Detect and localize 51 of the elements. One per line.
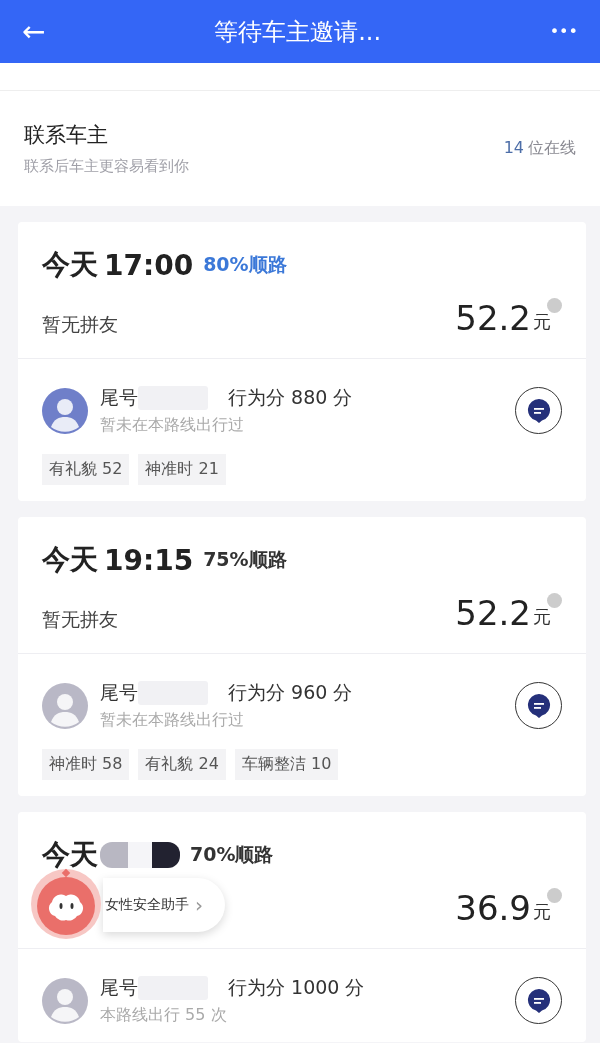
back-button[interactable]: ← [22,15,46,48]
info-icon[interactable] [547,298,562,313]
info-icon[interactable] [547,888,562,903]
companion-status: 暂无拼友 [42,312,118,337]
chat-button[interactable] [515,682,562,729]
companion-status: 暂无拼友 [42,607,118,632]
chat-button[interactable] [515,977,562,1024]
safety-assistant-button[interactable]: 女性安全助手 › [103,878,225,932]
price-unit: 元 [533,605,551,629]
online-count: 14 [503,138,524,159]
price: 52.2 [455,298,531,338]
trip-card[interactable]: 今天 19:15 75%顺路 暂无拼友 52.2 元 尾号 行为分 960 分 暂未在本路线出行过 神准时 58 有礼貌 24 车辆整洁 10 [18,517,586,796]
trip-day: 今天 [42,246,98,284]
route-history: 暂未在本路线出行过 [100,710,245,731]
chat-button[interactable] [515,387,562,434]
contact-subtitle: 联系后车主更容易看到你 [24,157,189,176]
chat-icon [526,692,551,719]
rating-tag: 车辆整洁 10 [234,749,339,780]
chat-icon [526,987,551,1014]
behavior-score: 行为分 1000 分 [228,975,365,1000]
plate-label: 尾号 [100,385,138,410]
mascot-icon[interactable] [30,868,102,940]
rating-tag: 有礼貌 52 [42,454,130,485]
trip-card[interactable]: 今天 17:00 80%顺路 暂无拼友 52.2 元 尾号 行为分 880 分 暂未在本路线出行过 有礼貌 52 神准时 21 [18,222,586,501]
info-icon[interactable] [547,593,562,608]
rating-tag: 神准时 58 [42,749,130,780]
plate-label: 尾号 [100,975,138,1000]
behavior-score: 行为分 880 分 [228,385,353,410]
contact-panel[interactable]: 联系车主 联系后车主更容易看到你 14 位在线 [0,91,600,206]
trip-day: 今天 [42,836,98,874]
route-match: 70%顺路 [190,842,274,867]
trip-day: 今天 [42,541,98,579]
price: 36.9 [455,888,531,928]
price: 52.2 [455,593,531,633]
chat-icon [526,397,551,424]
price-unit: 元 [533,900,551,924]
online-label: 位在线 [528,138,576,159]
route-history: 本路线出行 55 次 [100,1005,228,1026]
trip-time: 19:15 [104,543,194,577]
route-match: 80%顺路 [203,252,287,277]
trip-time: 17:00 [104,248,194,282]
route-match: 75%顺路 [203,547,287,572]
plate-label: 尾号 [100,680,138,705]
price-unit: 元 [533,310,551,334]
route-history: 暂未在本路线出行过 [100,415,245,436]
page-title: 等待车主邀请... [214,16,381,48]
more-button[interactable]: ••• [549,22,578,41]
rating-tag: 神准时 21 [138,454,226,485]
contact-title: 联系车主 [24,122,109,149]
rating-tag: 有礼貌 24 [138,749,226,780]
behavior-score: 行为分 960 分 [228,680,353,705]
